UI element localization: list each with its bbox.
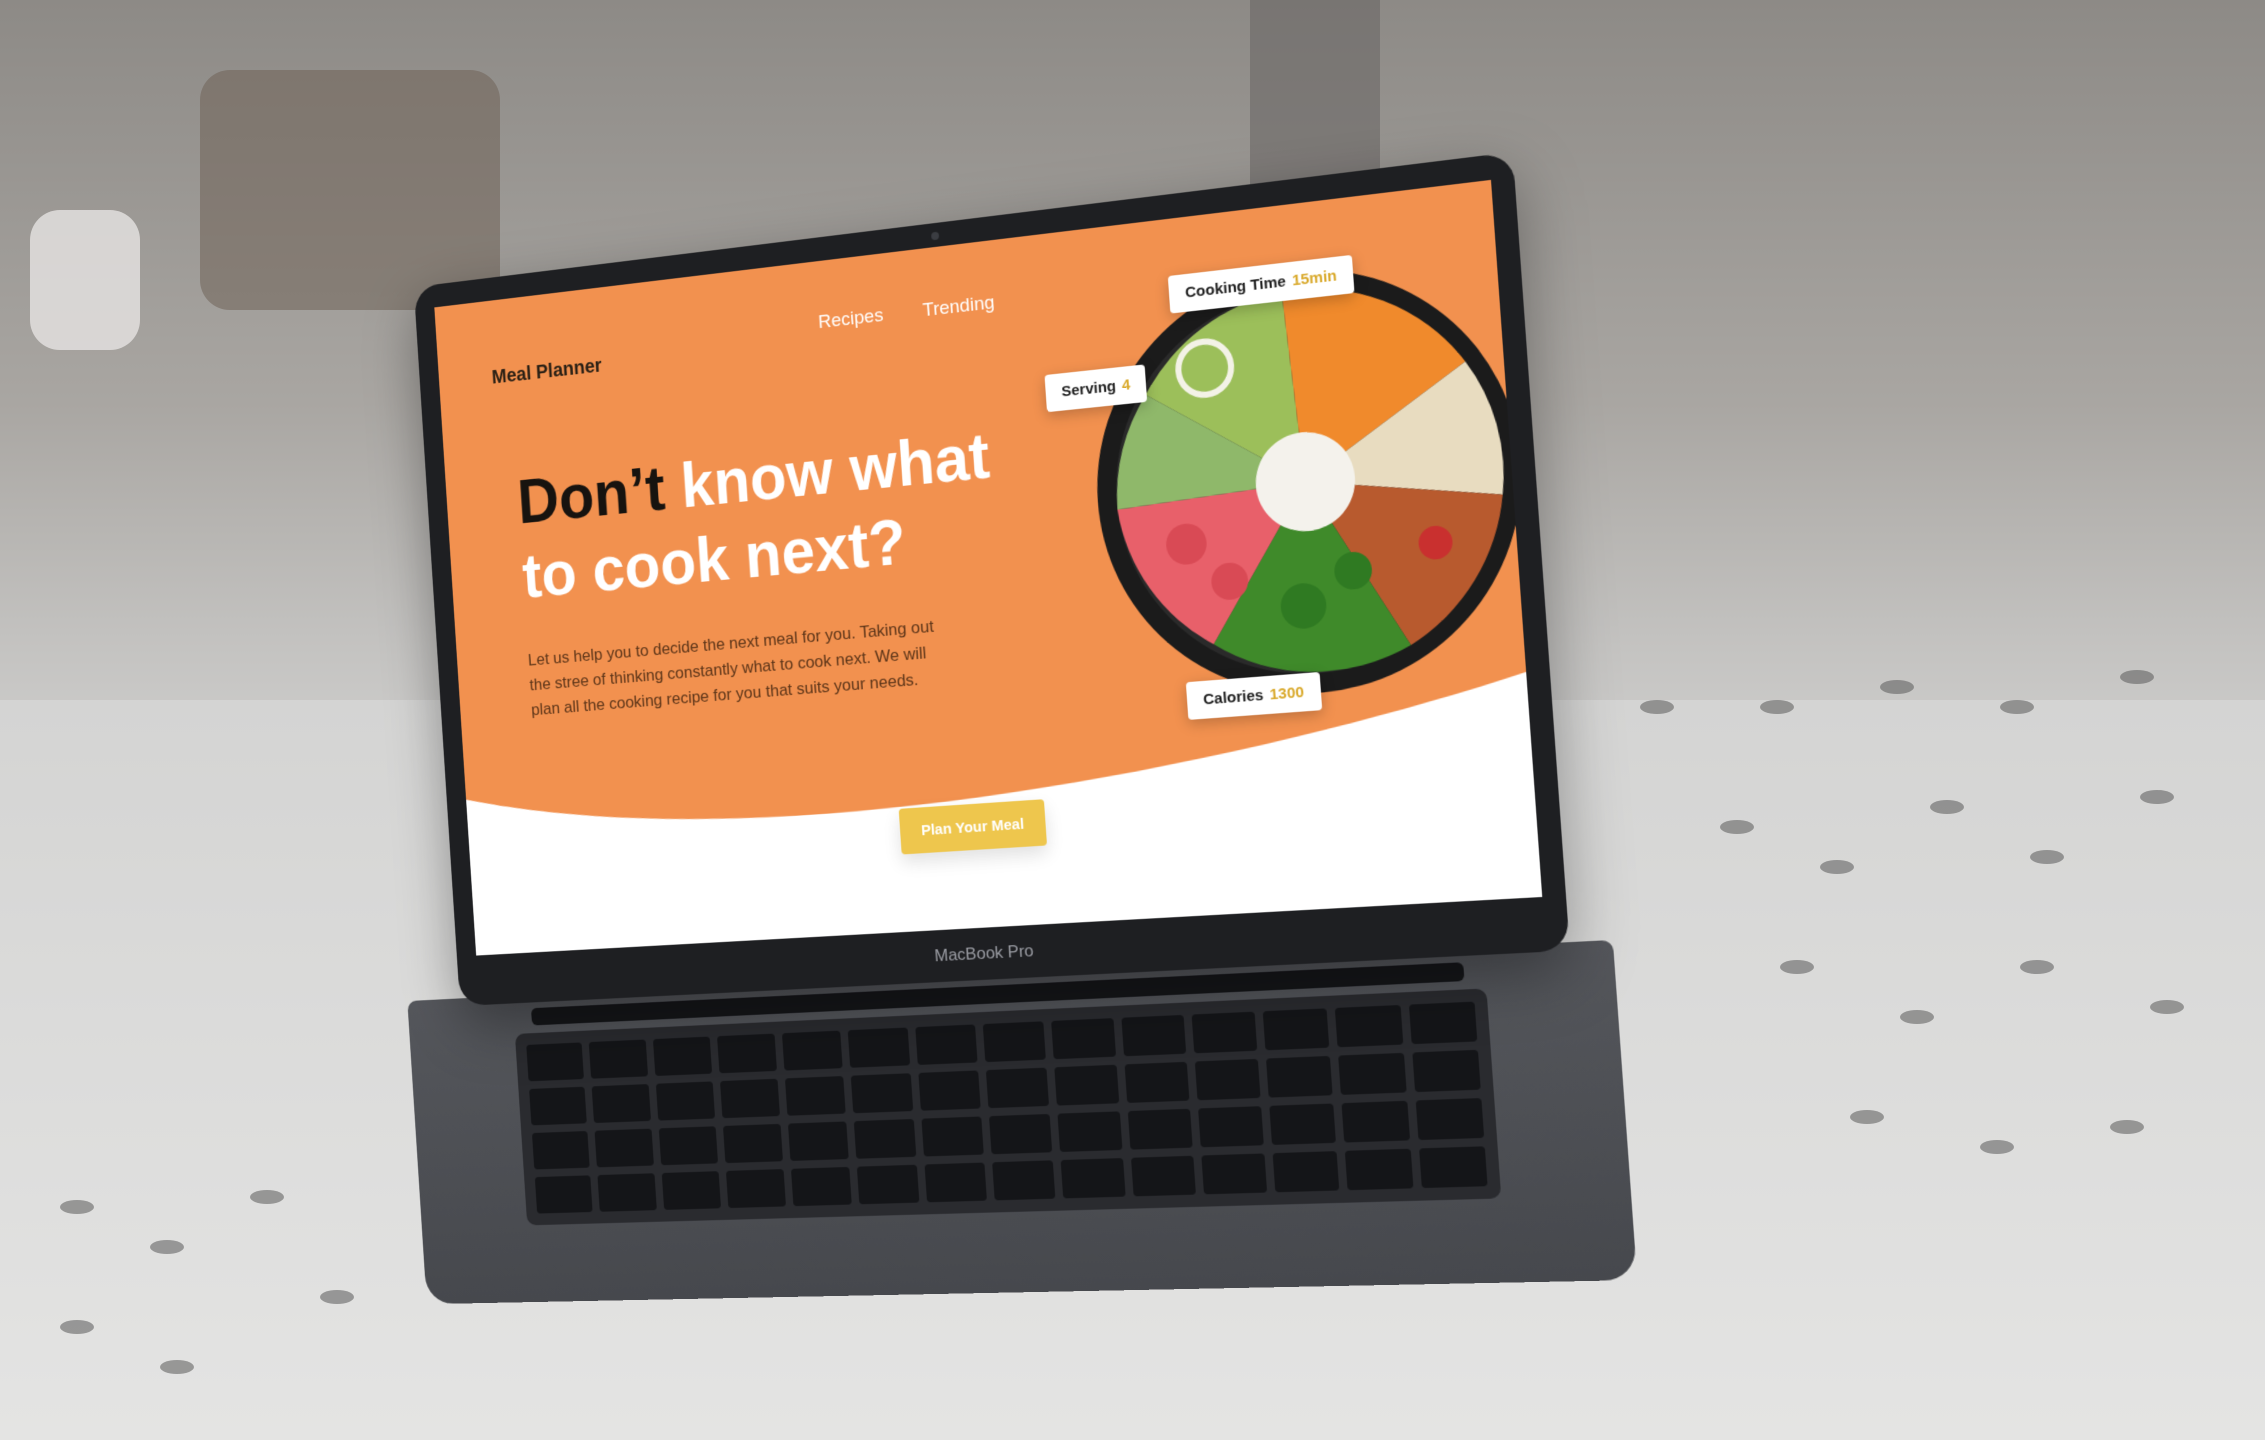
table-hole [2020,960,2054,974]
cooking-time-label: Cooking Time [1184,272,1287,302]
serving-value: 4 [1121,376,1131,395]
headline-dark-word: Don’t [515,453,668,537]
background-chair [200,70,500,310]
camera-icon [931,231,940,241]
laptop: Meal Planner Recipes Trending Don’t know… [407,151,1638,1305]
table-hole [2120,670,2154,684]
table-hole [1880,680,1914,694]
table-hole [1640,700,1674,714]
table-hole [1980,1140,2014,1154]
table-hole [1720,820,1754,834]
table-hole [1780,960,1814,974]
table-hole [2150,1000,2184,1014]
table-hole [1850,1110,1884,1124]
web-page: Meal Planner Recipes Trending Don’t know… [434,179,1543,956]
food-bowl-image [1083,246,1537,709]
table-hole [2140,790,2174,804]
table-hole [160,1360,194,1374]
table-hole [2110,1120,2144,1134]
calories-label: Calories [1202,686,1265,709]
table-hole [2000,700,2034,714]
calories-value: 1300 [1269,683,1305,704]
table-hole [60,1320,94,1334]
table-hole [250,1190,284,1204]
plan-your-meal-button[interactable]: Plan Your Meal [898,799,1048,855]
table-hole [60,1200,94,1214]
serving-label: Serving [1060,377,1117,401]
cooking-time-value: 15min [1291,267,1338,290]
table-hole [1900,1010,1934,1024]
background-chair-seat [30,210,140,350]
table-hole [320,1290,354,1304]
laptop-screen-bezel: Meal Planner Recipes Trending Don’t know… [413,151,1570,1007]
table-hole [150,1240,184,1254]
table-hole [1820,860,1854,874]
table-hole [1760,700,1794,714]
keyboard [514,988,1502,1226]
table-hole [2030,850,2064,864]
table-hole [1930,800,1964,814]
